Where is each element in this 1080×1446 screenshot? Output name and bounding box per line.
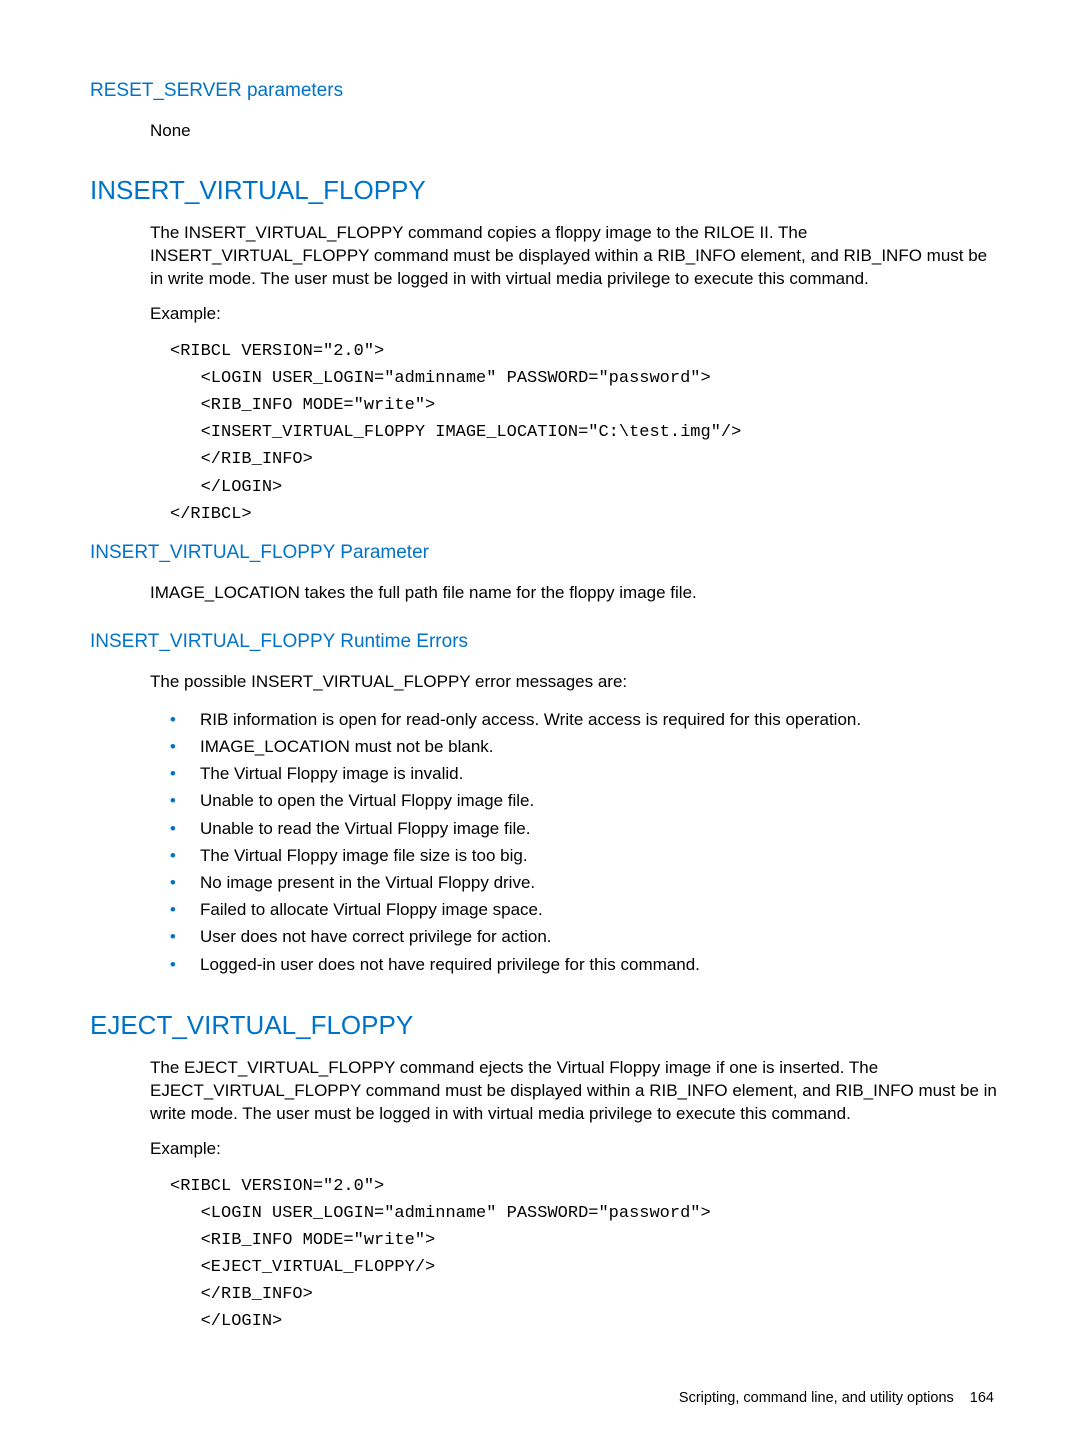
example-label-ivf: Example: bbox=[90, 303, 1000, 326]
body-ivf-parameter: IMAGE_LOCATION takes the full path file … bbox=[90, 582, 1000, 605]
list-item: Failed to allocate Virtual Floppy image … bbox=[190, 896, 1000, 923]
heading-insert-virtual-floppy: INSERT_VIRTUAL_FLOPPY bbox=[90, 175, 1000, 206]
list-item: No image present in the Virtual Floppy d… bbox=[190, 869, 1000, 896]
list-item: User does not have correct privilege for… bbox=[190, 923, 1000, 950]
heading-ivf-parameter: INSERT_VIRTUAL_FLOPPY Parameter bbox=[90, 542, 1000, 564]
body-insert-virtual-floppy: The INSERT_VIRTUAL_FLOPPY command copies… bbox=[90, 222, 1000, 291]
heading-eject-virtual-floppy: EJECT_VIRTUAL_FLOPPY bbox=[90, 1010, 1000, 1041]
heading-ivf-runtime-errors: INSERT_VIRTUAL_FLOPPY Runtime Errors bbox=[90, 631, 1000, 653]
list-item: The Virtual Floppy image is invalid. bbox=[190, 760, 1000, 787]
list-item: RIB information is open for read-only ac… bbox=[190, 706, 1000, 733]
example-label-evf: Example: bbox=[90, 1138, 1000, 1161]
document-page: RESET_SERVER parameters None INSERT_VIRT… bbox=[0, 0, 1080, 1446]
heading-reset-server-parameters: RESET_SERVER parameters bbox=[90, 80, 1000, 102]
body-reset-server-params: None bbox=[90, 120, 1000, 143]
intro-ivf-errors: The possible INSERT_VIRTUAL_FLOPPY error… bbox=[90, 671, 1000, 694]
list-item: Unable to read the Virtual Floppy image … bbox=[190, 815, 1000, 842]
list-item: The Virtual Floppy image file size is to… bbox=[190, 842, 1000, 869]
code-block-ivf: <RIBCL VERSION="2.0"> <LOGIN USER_LOGIN=… bbox=[90, 338, 1000, 528]
body-eject-virtual-floppy: The EJECT_VIRTUAL_FLOPPY command ejects … bbox=[90, 1057, 1000, 1126]
footer-text: Scripting, command line, and utility opt… bbox=[679, 1390, 954, 1406]
list-item: Unable to open the Virtual Floppy image … bbox=[190, 787, 1000, 814]
page-footer: Scripting, command line, and utility opt… bbox=[90, 1350, 1000, 1406]
error-list-ivf: RIB information is open for read-only ac… bbox=[150, 706, 1000, 978]
list-item: Logged-in user does not have required pr… bbox=[190, 951, 1000, 978]
code-block-evf: <RIBCL VERSION="2.0"> <LOGIN USER_LOGIN=… bbox=[90, 1173, 1000, 1336]
list-item: IMAGE_LOCATION must not be blank. bbox=[190, 733, 1000, 760]
footer-page-number: 164 bbox=[958, 1390, 994, 1406]
